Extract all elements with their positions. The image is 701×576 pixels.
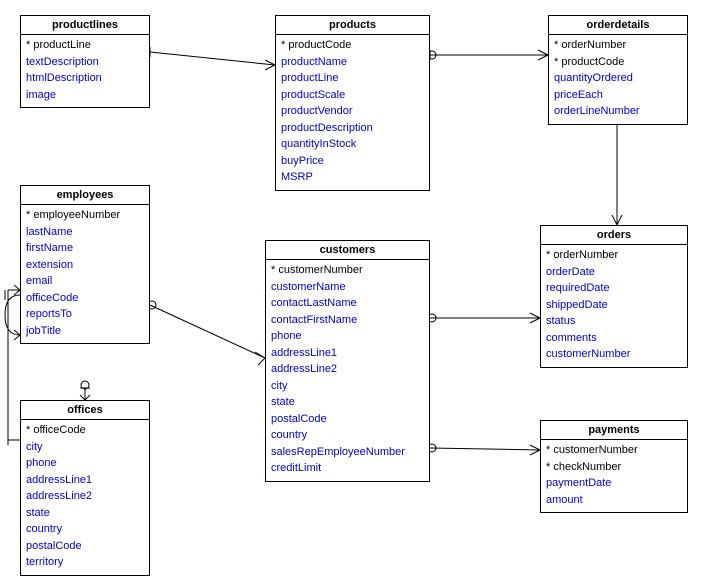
- field-payments-3: amount: [546, 492, 682, 509]
- entity-products-title: products: [276, 16, 429, 35]
- field-customers-0: * customerNumber: [271, 262, 424, 279]
- field-orders-4: status: [546, 313, 682, 330]
- entity-employees: employees* employeeNumberlastNamefirstNa…: [20, 185, 150, 344]
- entity-employees-body: * employeeNumberlastNamefirstNameextensi…: [21, 205, 149, 343]
- entity-customers-title: customers: [266, 241, 429, 260]
- field-productlines-2: htmlDescription: [26, 70, 144, 87]
- field-employees-4: email: [26, 273, 144, 290]
- field-employees-5: officeCode: [26, 290, 144, 307]
- entity-customers-body: * customerNumbercustomerNamecontactLastN…: [266, 260, 429, 481]
- entity-orderdetails-title: orderdetails: [549, 16, 687, 35]
- field-orders-5: comments: [546, 330, 682, 347]
- field-customers-10: country: [271, 427, 424, 444]
- field-customers-6: addressLine2: [271, 361, 424, 378]
- field-customers-4: phone: [271, 328, 424, 345]
- field-products-0: * productCode: [281, 37, 424, 54]
- entity-offices-body: * officeCodecityphoneaddressLine1address…: [21, 420, 149, 575]
- field-customers-9: postalCode: [271, 411, 424, 428]
- field-orderdetails-3: priceEach: [554, 87, 682, 104]
- field-orders-1: orderDate: [546, 264, 682, 281]
- field-offices-7: postalCode: [26, 538, 144, 555]
- erd-diagram: productlines* productLinetextDescription…: [0, 0, 701, 560]
- field-products-8: MSRP: [281, 169, 424, 186]
- field-orders-3: shippedDate: [546, 297, 682, 314]
- field-products-6: quantityInStock: [281, 136, 424, 153]
- field-employees-7: jobTitle: [26, 323, 144, 340]
- field-offices-8: territory: [26, 554, 144, 571]
- entity-payments-title: payments: [541, 421, 687, 440]
- entity-productlines-body: * productLinetextDescriptionhtmlDescript…: [21, 35, 149, 107]
- field-offices-3: addressLine1: [26, 472, 144, 489]
- field-products-1: productName: [281, 54, 424, 71]
- field-offices-2: phone: [26, 455, 144, 472]
- field-offices-1: city: [26, 439, 144, 456]
- entity-products-body: * productCodeproductNameproductLineprodu…: [276, 35, 429, 190]
- field-offices-0: * officeCode: [26, 422, 144, 439]
- field-employees-1: lastName: [26, 224, 144, 241]
- field-productlines-1: textDescription: [26, 54, 144, 71]
- field-customers-11: salesRepEmployeeNumber: [271, 444, 424, 461]
- entity-payments: payments* customerNumber* checkNumberpay…: [540, 420, 688, 513]
- entity-orders: orders* orderNumberorderDaterequiredDate…: [540, 225, 688, 368]
- field-payments-0: * customerNumber: [546, 442, 682, 459]
- field-customers-5: addressLine1: [271, 345, 424, 362]
- field-offices-4: addressLine2: [26, 488, 144, 505]
- field-offices-6: country: [26, 521, 144, 538]
- field-payments-1: * checkNumber: [546, 459, 682, 476]
- entity-offices-title: offices: [21, 401, 149, 420]
- field-employees-3: extension: [26, 257, 144, 274]
- field-employees-0: * employeeNumber: [26, 207, 144, 224]
- field-products-7: buyPrice: [281, 153, 424, 170]
- field-products-2: productLine: [281, 70, 424, 87]
- field-employees-2: firstName: [26, 240, 144, 257]
- entity-orderdetails: orderdetails* orderNumber* productCodequ…: [548, 15, 688, 125]
- field-customers-7: city: [271, 378, 424, 395]
- field-orderdetails-1: * productCode: [554, 54, 682, 71]
- entity-offices: offices* officeCodecityphoneaddressLine1…: [20, 400, 150, 576]
- field-employees-6: reportsTo: [26, 306, 144, 323]
- entity-orderdetails-body: * orderNumber* productCodequantityOrdere…: [549, 35, 687, 124]
- field-orderdetails-0: * orderNumber: [554, 37, 682, 54]
- field-customers-3: contactFirstName: [271, 312, 424, 329]
- field-productlines-0: * productLine: [26, 37, 144, 54]
- field-payments-2: paymentDate: [546, 475, 682, 492]
- entity-payments-body: * customerNumber* checkNumberpaymentDate…: [541, 440, 687, 512]
- field-orders-0: * orderNumber: [546, 247, 682, 264]
- field-products-5: productDescription: [281, 120, 424, 137]
- entity-productlines-title: productlines: [21, 16, 149, 35]
- entity-customers: customers* customerNumbercustomerNamecon…: [265, 240, 430, 482]
- field-orders-2: requiredDate: [546, 280, 682, 297]
- field-customers-2: contactLastName: [271, 295, 424, 312]
- field-orders-6: customerNumber: [546, 346, 682, 363]
- field-customers-8: state: [271, 394, 424, 411]
- entity-productlines: productlines* productLinetextDescription…: [20, 15, 150, 108]
- field-products-4: productVendor: [281, 103, 424, 120]
- entity-employees-title: employees: [21, 186, 149, 205]
- field-products-3: productScale: [281, 87, 424, 104]
- entity-orders-title: orders: [541, 226, 687, 245]
- field-customers-1: customerName: [271, 279, 424, 296]
- entity-orders-body: * orderNumberorderDaterequiredDateshippe…: [541, 245, 687, 367]
- field-productlines-3: image: [26, 87, 144, 104]
- entity-products: products* productCodeproductNameproductL…: [275, 15, 430, 191]
- field-orderdetails-4: orderLineNumber: [554, 103, 682, 120]
- field-orderdetails-2: quantityOrdered: [554, 70, 682, 87]
- field-offices-5: state: [26, 505, 144, 522]
- field-customers-12: creditLimit: [271, 460, 424, 477]
